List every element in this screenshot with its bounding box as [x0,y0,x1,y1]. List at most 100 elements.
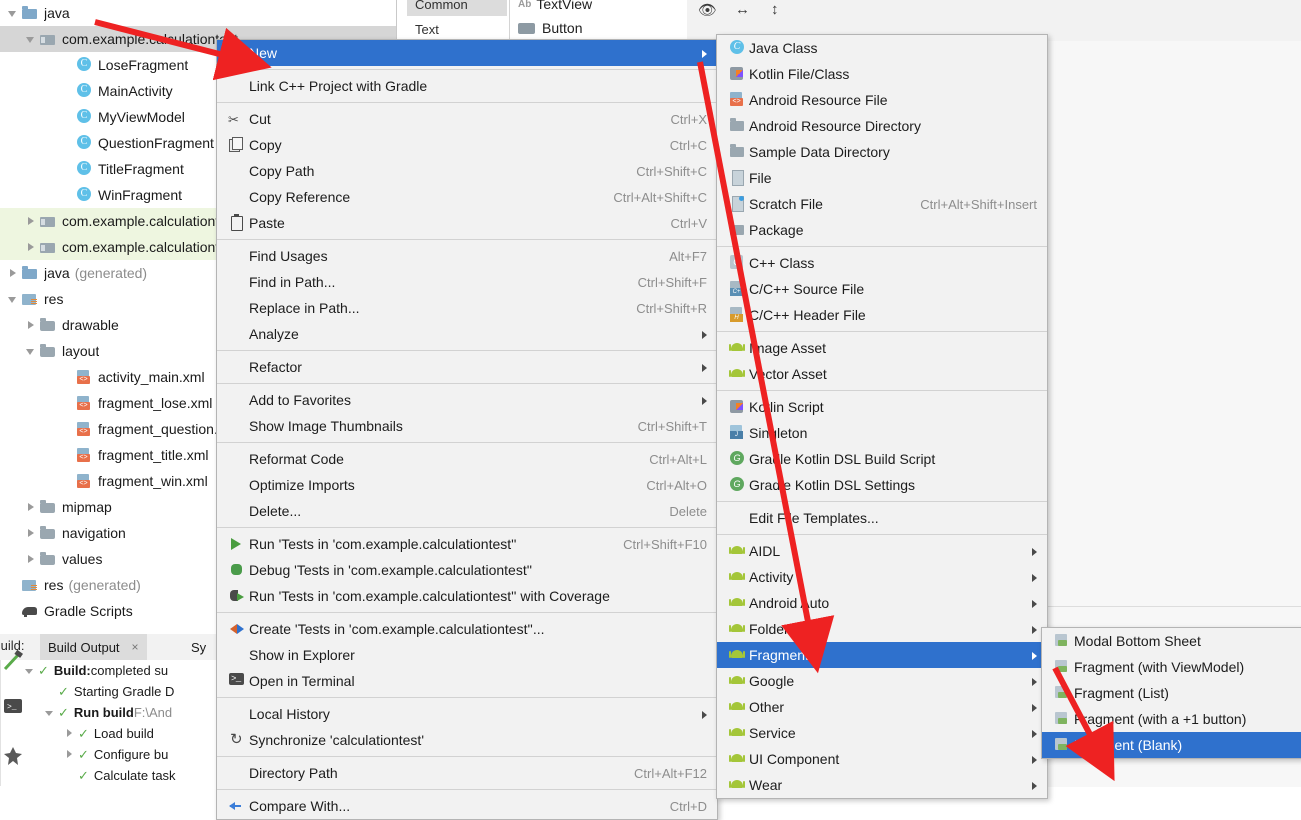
menu-item[interactable]: Scratch File Ctrl+Alt+Shift+Insert [717,191,1047,217]
menu-item[interactable]: Delete... Delete [217,498,717,524]
menu-separator [217,383,717,384]
chevron-right-icon[interactable] [24,500,38,514]
menu-item[interactable]: Package [717,217,1047,243]
chevron-right-icon[interactable] [24,318,38,332]
menu-item[interactable]: Reformat Code Ctrl+Alt+L [217,446,717,472]
menu-item[interactable]: Create 'Tests in 'com.example.calculatio… [217,616,717,642]
chevron-right-icon[interactable] [24,552,38,566]
menu-item[interactable]: File [717,165,1047,191]
menu-item[interactable]: Copy Reference Ctrl+Alt+Shift+C [217,184,717,210]
menu-item[interactable]: Activity [717,564,1047,590]
menu-item[interactable]: Fragment (List) [1042,680,1301,706]
chevron-down-icon[interactable] [24,344,38,358]
menu-item[interactable]: Refactor [217,354,717,380]
menu-item[interactable]: Local History [217,701,717,727]
menu-item[interactable]: Find in Path... Ctrl+Shift+F [217,269,717,295]
xml-layout-icon [76,473,93,489]
menu-item[interactable]: Replace in Path... Ctrl+Shift+R [217,295,717,321]
menu-item[interactable]: UI Component [717,746,1047,772]
menu-item[interactable]: C++ Class [717,250,1047,276]
menu-item[interactable]: Find Usages Alt+F7 [217,243,717,269]
menu-item[interactable]: Run 'Tests in 'com.example.calculationte… [217,583,717,609]
menu-item[interactable]: Run 'Tests in 'com.example.calculationte… [217,531,717,557]
menu-item[interactable]: Vector Asset [717,361,1047,387]
chevron-right-icon[interactable] [6,266,20,280]
terminal-icon[interactable]: >_ [2,695,24,717]
menu-item[interactable]: Android Resource Directory [717,113,1047,139]
fragment-submenu[interactable]: Modal Bottom Sheet Fragment (with ViewMod… [1041,627,1301,759]
chevron-right-icon[interactable] [24,214,38,228]
menu-item[interactable]: Image Asset [717,335,1047,361]
menu-item[interactable]: Folder [717,616,1047,642]
chevron-right-icon[interactable] [63,727,76,740]
chevron-right-icon[interactable] [63,748,76,761]
tab-sync[interactable]: Sy [185,634,212,660]
menu-item[interactable]: Modal Bottom Sheet [1042,628,1301,654]
menu-item-label: Fragment (with a +1 button) [1074,711,1247,727]
menu-item[interactable]: Kotlin Script [717,394,1047,420]
menu-item[interactable]: Optimize Imports Ctrl+Alt+O [217,472,717,498]
menu-item[interactable]: Cut Ctrl+X [217,106,717,132]
menu-item-label: Add to Favorites [249,392,351,408]
menu-item[interactable]: Paste Ctrl+V [217,210,717,236]
menu-item[interactable]: Fragment (with ViewModel) [1042,654,1301,680]
chevron-down-icon[interactable] [6,6,20,20]
palette-item-button[interactable]: Button [518,17,582,39]
chevron-right-icon[interactable] [24,240,38,254]
tree-row-label: drawable [62,317,119,333]
menu-item[interactable]: Debug 'Tests in 'com.example.calculation… [217,557,717,583]
menu-item[interactable]: Google [717,668,1047,694]
menu-item[interactable]: Singleton [717,420,1047,446]
menu-item[interactable]: Link C++ Project with Gradle [217,73,717,99]
menu-item[interactable]: C/C++ Source File [717,276,1047,302]
new-submenu[interactable]: Java Class Kotlin File/Class Android Resou… [716,34,1048,799]
menu-item[interactable]: Sample Data Directory [717,139,1047,165]
menu-item[interactable]: Analyze [217,321,717,347]
menu-icon-slot [725,510,747,526]
menu-item[interactable]: Copy Ctrl+C [217,132,717,158]
menu-item[interactable]: Kotlin File/Class [717,61,1047,87]
chevron-right-icon[interactable] [24,526,38,540]
palette-item-textview[interactable]: Ab TextView [518,0,592,15]
tree-row-label: java [44,5,70,21]
chevron-down-icon[interactable] [43,706,56,719]
chevron-down-icon[interactable] [24,32,38,46]
palette-category-common[interactable]: Common [407,0,507,16]
menu-item[interactable]: C/C++ Header File [717,302,1047,328]
button-glyph-icon [518,22,535,34]
menu-item[interactable]: Service [717,720,1047,746]
menu-item[interactable]: Compare With... Ctrl+D [217,793,717,819]
build-hammer-icon[interactable] [2,650,24,672]
horizontal-arrows-icon[interactable]: ↔ [735,1,750,18]
menu-item[interactable]: Show in Explorer [217,642,717,668]
menu-item[interactable]: Copy Path Ctrl+Shift+C [217,158,717,184]
menu-item[interactable]: Wear [717,772,1047,798]
chevron-down-icon[interactable] [6,292,20,306]
pin-icon[interactable] [2,745,24,767]
menu-item[interactable]: Fragment (with a +1 button) [1042,706,1301,732]
menu-item[interactable]: Gradle Kotlin DSL Settings [717,472,1047,498]
menu-item[interactable]: Synchronize 'calculationtest' [217,727,717,753]
menu-item[interactable]: Directory Path Ctrl+Alt+F12 [217,760,717,786]
tab-build-output[interactable]: Build Output × [40,634,147,660]
menu-item[interactable]: Show Image Thumbnails Ctrl+Shift+T [217,413,717,439]
menu-item[interactable]: Edit File Templates... [717,505,1047,531]
menu-item[interactable]: Other [717,694,1047,720]
menu-item[interactable]: Gradle Kotlin DSL Build Script [717,446,1047,472]
menu-item[interactable]: Add to Favorites [217,387,717,413]
tree-row[interactable]: java [0,0,396,26]
palette-category-text[interactable]: Text [415,22,439,37]
close-icon[interactable]: × [132,640,139,654]
menu-item[interactable]: Fragment [717,642,1047,668]
eye-icon[interactable]: 👁 [698,1,717,19]
menu-item[interactable]: Fragment (Blank) [1042,732,1301,758]
menu-item[interactable]: Open in Terminal [217,668,717,694]
menu-item[interactable]: AIDL [717,538,1047,564]
menu-item[interactable]: Java Class [717,35,1047,61]
menu-item[interactable]: Android Auto [717,590,1047,616]
vertical-arrows-icon[interactable]: ↕ [771,1,779,18]
menu-item[interactable]: Android Resource File [717,87,1047,113]
menu-item[interactable]: New [217,40,717,66]
context-menu[interactable]: New Link C++ Project with Gradle Cut Ctrl+X… [216,39,718,820]
menu-separator [217,102,717,103]
